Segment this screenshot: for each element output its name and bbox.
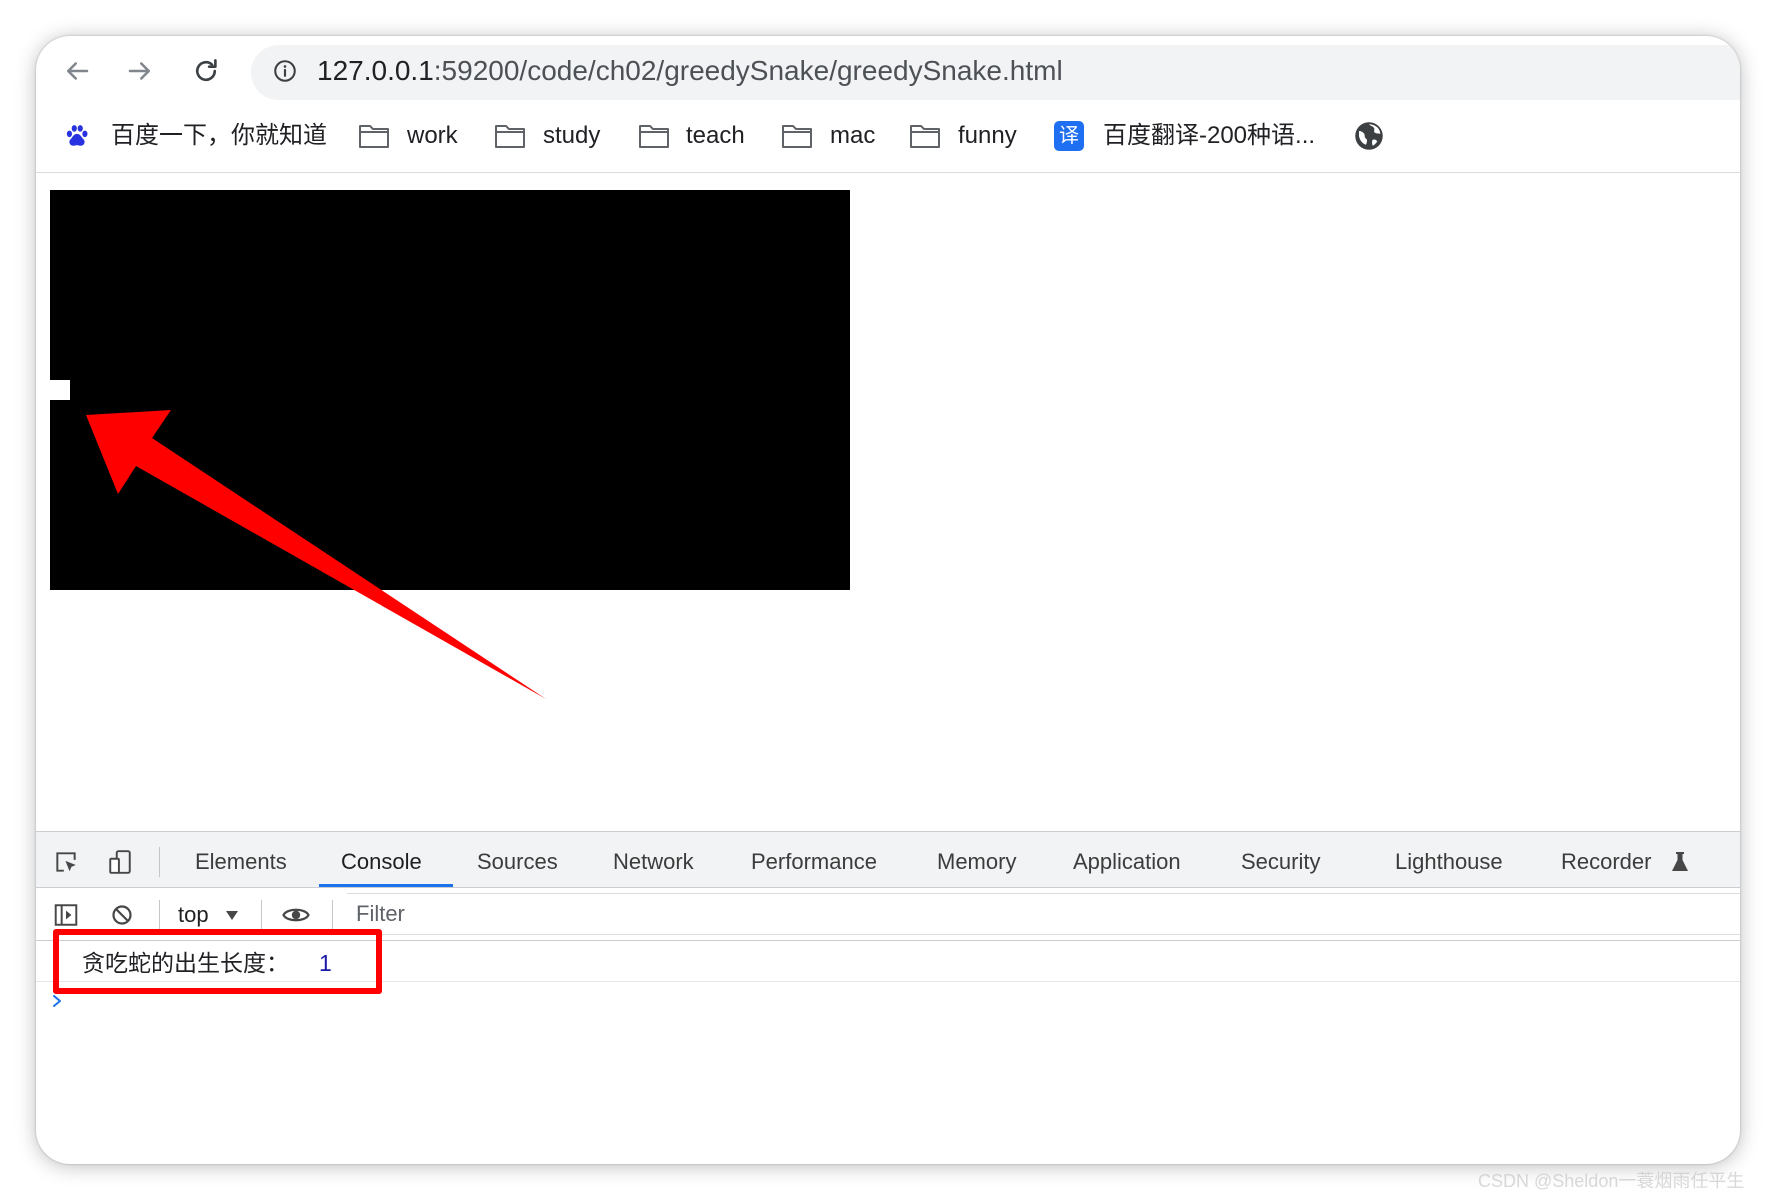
context-selector[interactable]: top [178,902,209,928]
tab-network[interactable]: Network [613,849,694,875]
globe-icon[interactable] [1354,121,1384,151]
chevron-down-icon [226,911,238,920]
bookmark-baidu[interactable]: 百度一下，你就知道 [111,121,327,151]
tab-recorder[interactable]: Recorder [1561,849,1651,875]
console-filter-input[interactable] [347,893,1740,935]
snake-segment [50,380,70,400]
arrow-left-icon [67,62,89,80]
bookmark-baidu-translate[interactable]: 百度翻译-200种语... [1103,121,1315,151]
arrow-right-icon [128,62,150,80]
live-expression-button[interactable] [282,905,310,925]
bookmark-folder-mac[interactable]: mac [830,121,875,151]
tab-application[interactable]: Application [1073,849,1181,875]
forward-button[interactable] [125,56,155,86]
chevron-right-icon [53,995,61,1007]
bookmark-folder-work[interactable]: work [407,121,458,151]
site-info-button[interactable] [272,58,298,84]
info-icon [274,60,296,82]
console-sidebar-toggle[interactable] [53,902,79,928]
game-canvas[interactable] [50,190,850,590]
bookmark-folder-funny[interactable]: funny [958,121,1017,151]
toolbar-divider [36,172,1740,173]
device-icon [109,850,131,874]
tab-console[interactable]: Console [341,849,422,875]
block-icon [112,905,132,925]
console-toolbar-separator [332,900,333,930]
console-toolbar-separator [159,900,160,930]
tab-sources[interactable]: Sources [477,849,558,875]
url-text[interactable]: 127.0.0.1:59200/code/ch02/greedySnake/gr… [317,55,1063,87]
console-prompt[interactable] [51,994,63,1008]
watermark: CSDN @Sheldon一蓑烟雨任平生 [1478,1171,1745,1191]
inspect-element-button[interactable] [53,849,79,875]
eye-icon [282,908,310,922]
back-button[interactable] [62,56,92,86]
tab-lighthouse[interactable]: Lighthouse [1395,849,1503,875]
sidebar-toggle-icon [54,904,78,926]
reload-button[interactable] [191,56,221,86]
bookmark-folder-study[interactable]: study [543,121,600,151]
translate-icon: 译 [1054,121,1084,151]
tab-elements[interactable]: Elements [195,849,287,875]
flask-icon [1671,851,1689,873]
console-toolbar-separator [261,900,262,930]
url-host: 127.0.0.1 [317,55,434,86]
folder-icon [358,123,390,149]
tabbar-separator [159,847,160,877]
browser-window: 127.0.0.1:59200/code/ch02/greedySnake/gr… [36,36,1740,1164]
folder-icon [781,123,813,149]
tab-memory[interactable]: Memory [937,849,1016,875]
tabbar-bottom-border [36,887,1740,888]
bookmark-folder-teach[interactable]: teach [686,121,745,151]
clear-console-button[interactable] [110,903,134,927]
baidu-paw-icon[interactable] [64,123,90,149]
device-toolbar-button[interactable] [107,849,133,875]
reload-icon [196,59,217,82]
annotation-highlight-box [53,929,382,994]
folder-icon [638,123,670,149]
folder-icon [909,123,941,149]
inspect-icon [56,852,76,872]
tab-performance[interactable]: Performance [751,849,877,875]
tab-security[interactable]: Security [1241,849,1320,875]
folder-icon [494,123,526,149]
url-path: :59200/code/ch02/greedySnake/greedySnake… [433,55,1063,86]
